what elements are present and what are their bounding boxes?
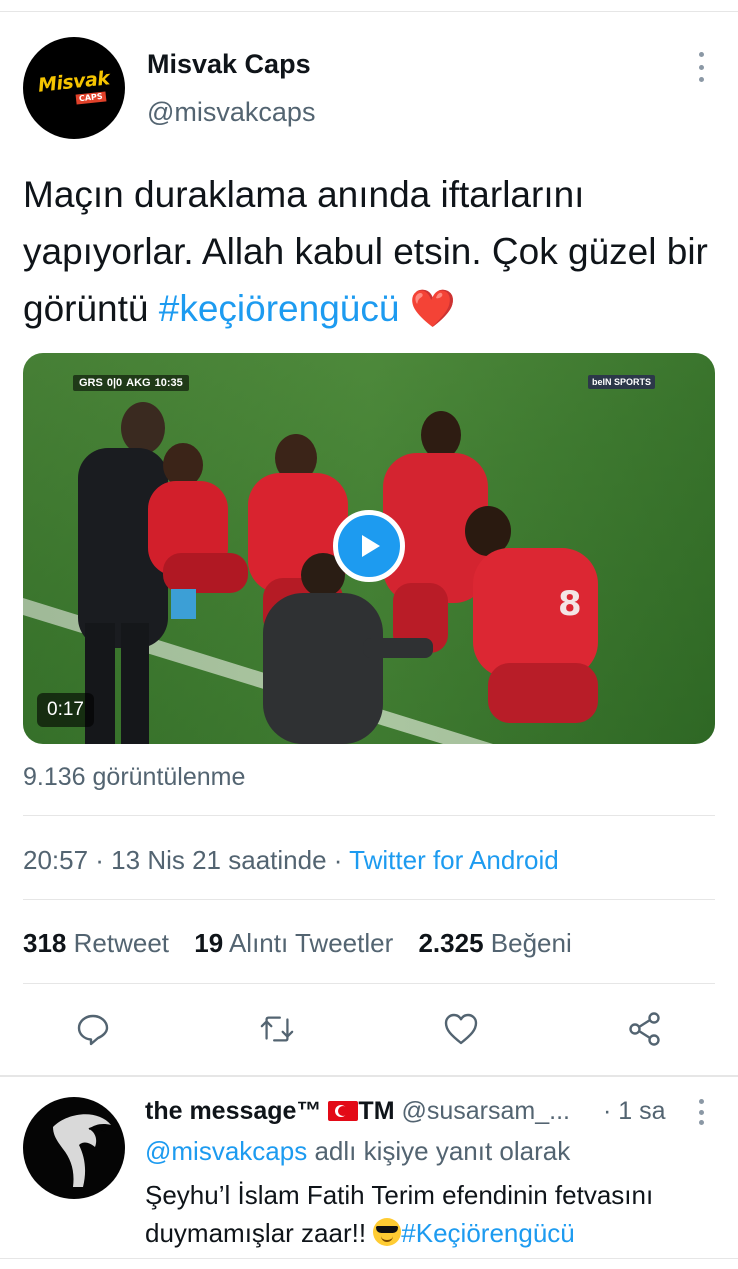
like-count: 2.325 <box>418 928 484 958</box>
quote-stat[interactable]: 19 Alıntı Tweetler <box>194 928 393 958</box>
share-icon <box>629 1012 660 1046</box>
heart-emoji: ❤️ <box>409 288 456 329</box>
timestamp-text[interactable]: 20:57 · 13 Nis 21 saatinde · <box>23 845 349 875</box>
like-label: Beğeni <box>490 928 572 958</box>
heart-icon <box>444 1013 478 1045</box>
eagle-silhouette-icon <box>53 1114 111 1187</box>
reply-time[interactable]: · 1 sa <box>603 1097 666 1126</box>
replying-to-text: adlı kişiye yanıt olarak <box>307 1136 571 1166</box>
broadcaster-logo: beIN SPORTS <box>587 375 655 389</box>
more-options-icon[interactable] <box>693 52 709 82</box>
section-divider <box>0 1075 738 1077</box>
retweet-stat[interactable]: 318 Retweet <box>23 928 169 958</box>
retweet-button[interactable] <box>259 1011 295 1047</box>
scorebug-home: GRS <box>79 377 103 389</box>
scorebug-score: 0|0 <box>106 377 123 389</box>
reply-author-name[interactable]: the message™ <box>145 1097 321 1125</box>
scorebug-clock: 10:35 <box>154 377 183 389</box>
divider <box>23 983 715 984</box>
video-duration: 0:17 <box>37 693 94 727</box>
view-count: 9.136 görüntülenme <box>23 763 246 791</box>
retweet-label: Retweet <box>73 928 170 958</box>
reply-author-name-suffix: TM <box>358 1097 395 1125</box>
tweet-text: Maçın duraklama anında iftarlarını yapıy… <box>23 166 713 337</box>
reply-author-avatar[interactable] <box>23 1097 125 1199</box>
replying-to-mention-link[interactable]: @misvakcaps <box>145 1136 307 1166</box>
author-avatar[interactable]: Misvak CAPS <box>23 37 125 139</box>
turkey-flag-icon <box>328 1101 359 1121</box>
play-icon <box>362 535 380 557</box>
like-button[interactable] <box>443 1011 479 1047</box>
comment-icon <box>77 1014 109 1046</box>
video-scorebug: GRS 0|0 AKG 10:35 <box>73 375 189 391</box>
quote-count: 19 <box>194 928 224 958</box>
like-stat[interactable]: 2.325 Beğeni <box>418 928 571 958</box>
tweet-hashtag-link[interactable]: #keçiörengücü <box>159 288 400 329</box>
share-button[interactable] <box>627 1011 663 1047</box>
divider <box>23 899 715 900</box>
svg-text:8: 8 <box>558 584 582 624</box>
tweet-timestamp: 20:57 · 13 Nis 21 saatinde · Twitter for… <box>23 845 559 876</box>
play-button[interactable] <box>333 510 405 582</box>
reply-hashtag-link[interactable]: #Keçiörengücü <box>401 1218 574 1248</box>
quote-label: Alıntı Tweetler <box>228 928 394 958</box>
tweet-source-link[interactable]: Twitter for Android <box>349 845 559 875</box>
divider <box>23 815 715 816</box>
sunglasses-emoji-icon <box>373 1218 402 1246</box>
engagement-stats: 318 Retweet 19 Alıntı Tweetler 2.325 Beğ… <box>23 928 590 959</box>
top-divider <box>0 11 738 12</box>
retweet-count: 318 <box>23 928 67 958</box>
reply-author-handle[interactable]: @susarsam_... <box>401 1097 569 1125</box>
author-handle[interactable]: @misvakcaps <box>147 97 315 128</box>
avatar-logo-subtext: CAPS <box>75 91 107 105</box>
replying-to: @misvakcaps adlı kişiye yanıt olarak <box>145 1136 570 1167</box>
video-player[interactable]: 8 GRS 0|0 AKG 10:35 beIN SPORTS 0:17 <box>23 353 715 744</box>
bottom-divider <box>0 1258 738 1259</box>
reply-more-options-icon[interactable] <box>693 1099 709 1125</box>
reply-button[interactable] <box>75 1011 111 1047</box>
retweet-icon <box>260 1016 294 1042</box>
scorebug-away: AKG <box>126 377 151 389</box>
reply-text: Şeyhu’l İslam Fatih Terim efendinin fetv… <box>145 1176 715 1252</box>
author-name[interactable]: Misvak Caps <box>147 49 311 80</box>
